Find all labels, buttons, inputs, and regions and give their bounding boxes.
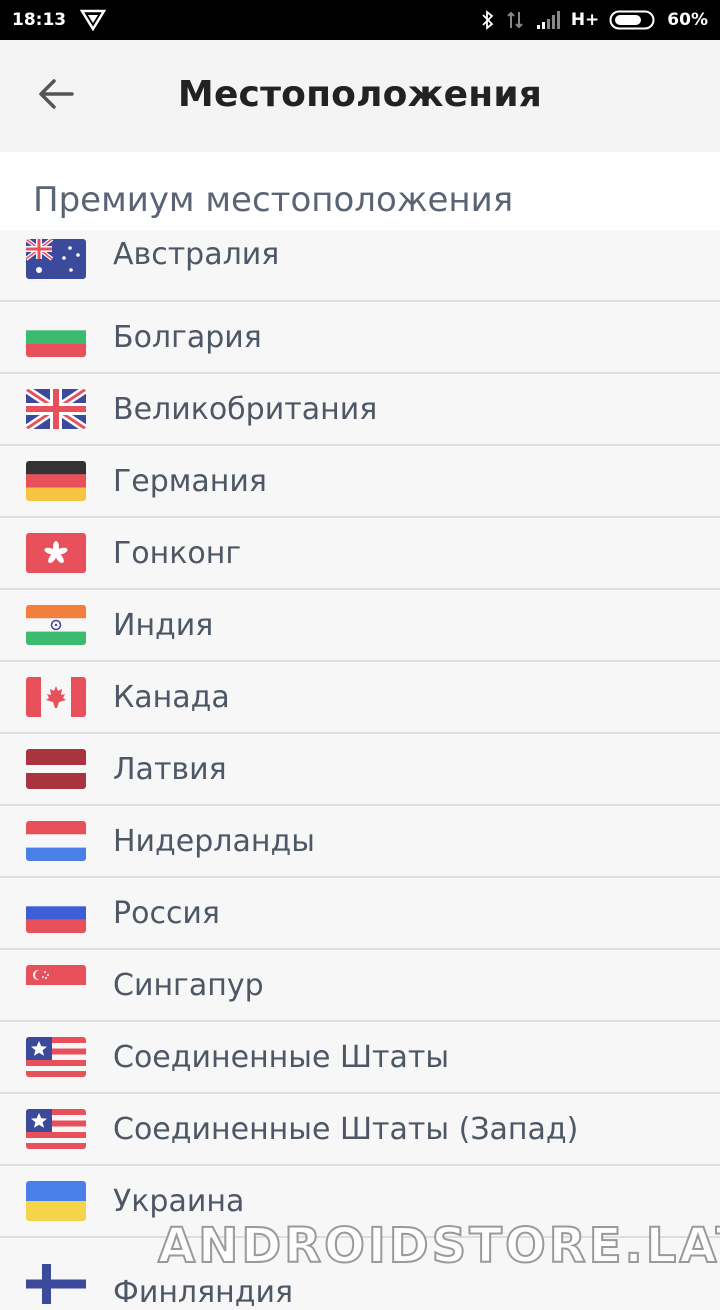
list-item[interactable]: Индия — [0, 590, 720, 662]
us-flag-icon — [26, 1109, 86, 1149]
ru-flag-icon — [26, 893, 86, 933]
list-item[interactable]: Великобритания — [0, 374, 720, 446]
gb-flag-icon — [26, 389, 86, 429]
country-name: Болгария — [113, 319, 262, 355]
nl-flag-icon — [26, 821, 86, 861]
country-name: Индия — [113, 607, 214, 643]
status-time: 18:13 — [12, 10, 67, 30]
list-item[interactable]: Латвия — [0, 734, 720, 806]
us-flag-icon — [26, 1037, 86, 1077]
status-bar: 18:13 H+ 60% — [0, 0, 720, 40]
signal-icon — [535, 10, 561, 30]
list-item[interactable]: Австралия — [0, 230, 720, 302]
de-flag-icon — [26, 461, 86, 501]
in-flag-icon — [26, 605, 86, 645]
hk-flag-icon — [26, 533, 86, 573]
list-item[interactable]: Соединенные Штаты — [0, 1022, 720, 1094]
country-name: Австралия — [113, 236, 280, 272]
sg-flag-icon — [26, 965, 86, 1005]
country-name: Соединенные Штаты — [113, 1039, 450, 1075]
battery-icon — [609, 9, 657, 31]
country-name: Великобритания — [113, 391, 378, 427]
battery-percent: 60% — [667, 10, 708, 30]
country-name: Канада — [113, 679, 230, 715]
country-name: Латвия — [113, 751, 227, 787]
lv-flag-icon — [26, 749, 86, 789]
country-name: Украина — [113, 1183, 245, 1219]
country-name: Германия — [113, 463, 267, 499]
vpn-shield-icon — [80, 9, 107, 31]
country-list: Австралия Болгария Великобритания Герман… — [0, 230, 720, 1310]
country-name: Соединенные Штаты (Запад) — [113, 1111, 579, 1147]
country-name: Нидерланды — [113, 823, 315, 859]
country-name: Сингапур — [113, 967, 264, 1003]
list-item[interactable]: Нидерланды — [0, 806, 720, 878]
list-item[interactable]: Сингапур — [0, 950, 720, 1022]
network-type: H+ — [570, 10, 600, 30]
ua-flag-icon — [26, 1181, 86, 1221]
list-item[interactable]: Соединенные Штаты (Запад) — [0, 1094, 720, 1166]
list-item[interactable]: Финляндия — [0, 1238, 720, 1310]
list-item[interactable]: Украина — [0, 1166, 720, 1238]
country-name: Россия — [113, 895, 220, 931]
page-title: Местоположения — [177, 74, 543, 115]
fi-flag-icon — [26, 1264, 86, 1304]
ca-flag-icon — [26, 677, 86, 717]
country-name: Гонконг — [113, 535, 242, 571]
bg-flag-icon — [26, 317, 86, 357]
list-item[interactable]: Россия — [0, 878, 720, 950]
list-item[interactable]: Болгария — [0, 302, 720, 374]
list-item[interactable]: Канада — [0, 662, 720, 734]
bluetooth-icon — [481, 10, 495, 30]
app-bar: Местоположения — [0, 40, 720, 152]
list-item[interactable]: Германия — [0, 446, 720, 518]
data-transfer-icon — [505, 10, 525, 30]
list-item[interactable]: Гонконг — [0, 518, 720, 590]
au-flag-icon — [26, 239, 86, 279]
